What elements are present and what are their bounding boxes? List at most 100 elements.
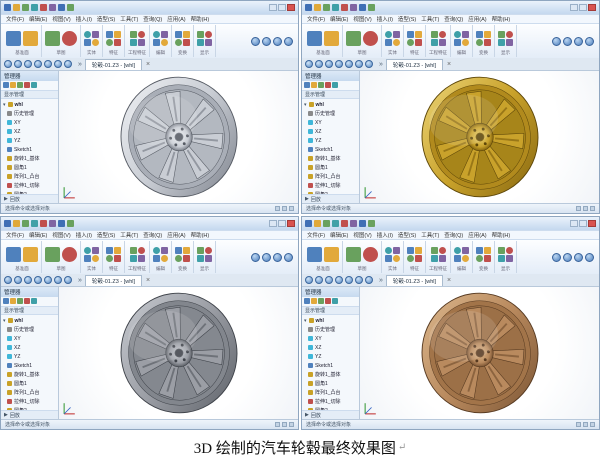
display-mode-icon[interactable] [335,276,343,284]
tree-item-8[interactable]: 拉伸1_切除 [1,181,58,190]
help-icon[interactable] [67,220,74,227]
menu-item-3[interactable]: 插入(I) [76,231,92,239]
maximize-button[interactable] [278,4,286,11]
ribbon-command-icon[interactable] [363,30,378,46]
tree-item-0[interactable]: 历史管理 [302,109,359,118]
window-titlebar[interactable] [1,1,298,14]
menu-item-7[interactable]: 应用(A) [167,231,185,239]
ribbon-command-icon[interactable] [205,30,212,38]
menu-item-0[interactable]: 文件(F) [6,231,24,239]
document-tab[interactable]: 轮毂-01.Z3 - [whl] [385,58,443,70]
view-orientation-icon[interactable] [563,36,572,46]
ribbon-command-icon[interactable] [175,38,182,46]
window-titlebar[interactable] [302,217,599,230]
ribbon-command-icon[interactable] [197,246,204,254]
ribbon-command-icon[interactable] [84,30,91,38]
tree-item-1[interactable]: XY [1,118,58,127]
display-section-header[interactable]: 显示管理 [302,306,359,315]
ribbon-command-icon[interactable] [153,38,160,46]
ribbon-command-icon[interactable] [205,254,212,262]
tree-item-3[interactable]: YZ [1,352,58,361]
ribbon-command-icon[interactable] [6,246,21,262]
ribbon-command-icon[interactable] [161,246,168,254]
display-mode-icon[interactable] [34,276,42,284]
ribbon-command-icon[interactable] [484,38,491,46]
ribbon-command-icon[interactable] [462,30,469,38]
redo-icon[interactable] [350,4,357,11]
ribbon-command-icon[interactable] [45,246,60,262]
menu-item-5[interactable]: 工具(T) [120,231,138,239]
manager-tab-icon[interactable] [304,82,310,88]
open-file-icon[interactable] [323,4,330,11]
tree-item-2[interactable]: XZ [1,127,58,136]
ribbon-command-icon[interactable] [498,246,505,254]
tree-root-item[interactable]: ▾ whl [302,316,359,325]
display-mode-icon[interactable] [44,60,52,68]
manager-tab-icon[interactable] [3,298,9,304]
display-mode-icon[interactable] [305,276,313,284]
ribbon-command-icon[interactable] [137,30,145,38]
ribbon-command-icon[interactable] [84,254,91,262]
manager-tab-icon[interactable] [17,82,23,88]
snap-icon[interactable] [282,206,287,211]
save-icon[interactable] [31,4,38,11]
display-mode-icon[interactable] [365,276,373,284]
tree-item-0[interactable]: 历史管理 [302,325,359,334]
ribbon-command-icon[interactable] [175,246,182,254]
menu-item-8[interactable]: 帮助(H) [492,231,511,239]
ribbon-command-icon[interactable] [23,30,38,46]
save-icon[interactable] [332,4,339,11]
manager-tab-icon[interactable] [311,82,317,88]
display-mode-icon[interactable] [14,60,22,68]
ribbon-command-icon[interactable] [415,38,422,46]
grid-icon[interactable] [289,206,294,211]
manager-tab-icon[interactable] [304,298,310,304]
ribbon-command-icon[interactable] [346,30,361,46]
menu-item-8[interactable]: 帮助(H) [191,231,210,239]
minimize-button[interactable] [269,4,277,11]
display-mode-icon[interactable] [325,276,333,284]
panel-footer[interactable]: ▶ 回放 [1,410,58,419]
manager-tab-icon[interactable] [17,298,23,304]
manager-tab-icon[interactable] [10,298,16,304]
ribbon-command-icon[interactable] [407,38,414,46]
view-orientation-icon[interactable] [273,252,282,262]
ribbon-command-icon[interactable] [114,38,121,46]
ribbon-command-icon[interactable] [498,30,505,38]
tree-item-0[interactable]: 历史管理 [1,109,58,118]
filter-icon[interactable] [576,422,581,427]
display-mode-icon[interactable] [305,60,313,68]
close-button[interactable] [287,220,295,227]
manager-tab-icon[interactable] [318,82,324,88]
ribbon-command-icon[interactable] [153,30,160,38]
ribbon-command-icon[interactable] [415,246,422,254]
ribbon-command-icon[interactable] [476,246,483,254]
ribbon-command-icon[interactable] [137,246,145,254]
ribbon-command-icon[interactable] [137,38,145,46]
snap-icon[interactable] [583,422,588,427]
menu-item-7[interactable]: 应用(A) [468,15,486,23]
display-mode-icon[interactable] [44,276,52,284]
menu-item-5[interactable]: 工具(T) [421,15,439,23]
maximize-button[interactable] [278,220,286,227]
tree-item-6[interactable]: 圆角1 [1,379,58,388]
ribbon-command-icon[interactable] [324,246,339,262]
document-tab[interactable]: 轮毂-01.Z3 - [whl] [84,274,142,286]
new-file-icon[interactable] [314,220,321,227]
menu-item-5[interactable]: 工具(T) [421,231,439,239]
tab-close-icon[interactable]: × [146,277,150,284]
close-button[interactable] [588,220,596,227]
ribbon-command-icon[interactable] [92,254,99,262]
tree-item-1[interactable]: XY [302,118,359,127]
ribbon-command-icon[interactable] [84,38,91,46]
tab-close-icon[interactable]: × [447,61,451,68]
tree-item-4[interactable]: Sketch1 [1,145,58,154]
menu-item-8[interactable]: 帮助(H) [191,15,210,23]
ribbon-command-icon[interactable] [438,38,446,46]
ribbon-command-icon[interactable] [45,30,60,46]
menu-item-3[interactable]: 插入(I) [377,231,393,239]
document-tab[interactable]: 轮毂-01.Z3 - [whl] [385,274,443,286]
ribbon-command-icon[interactable] [106,38,113,46]
snap-icon[interactable] [583,206,588,211]
tree-item-3[interactable]: YZ [1,136,58,145]
